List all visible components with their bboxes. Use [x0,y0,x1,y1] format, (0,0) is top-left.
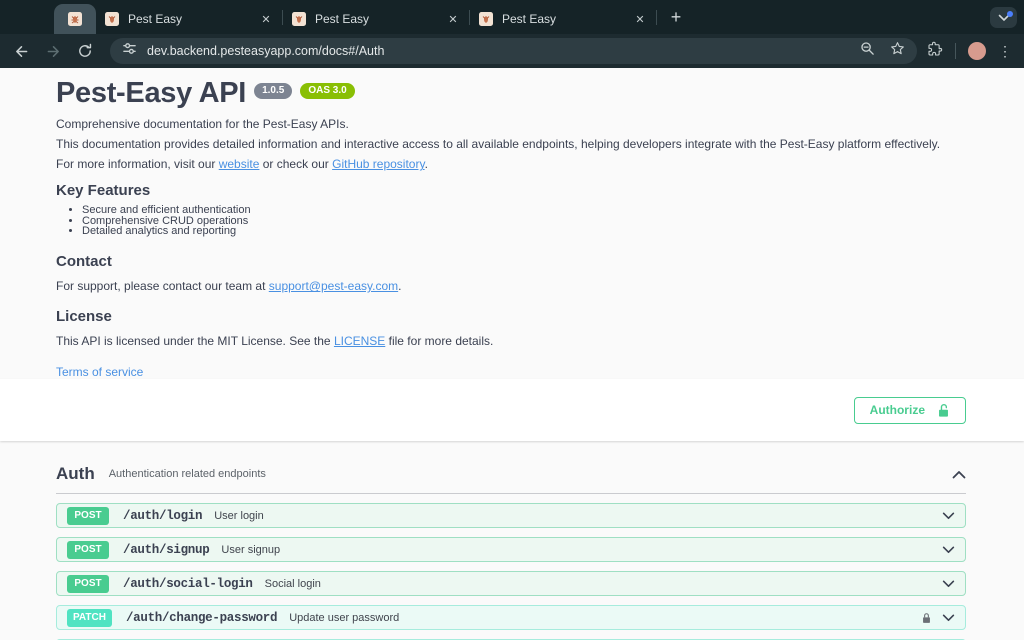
support-email-link[interactable]: support@pest-easy.com [269,279,398,293]
bookmark-star-icon[interactable] [890,41,905,61]
more-info-prefix: For more information, visit our [56,157,219,171]
browser-menu-icon[interactable]: ⋮ [998,44,1012,58]
authorize-label: Authorize [870,403,925,417]
auth-tag-header[interactable]: Auth Authentication related endpoints [56,464,966,494]
license-suffix: file for more details. [385,334,493,348]
tab-separator [656,10,657,25]
auth-tag-description: Authentication related endpoints [109,468,266,480]
more-info-middle: or check our [259,157,332,171]
authorize-button[interactable]: Authorize [854,397,966,424]
expand-chevron-down-icon[interactable] [942,512,955,520]
tab-strip: Pest Easy ✕ Pest Easy ✕ Pest Easy ✕ + [0,0,1024,34]
more-info-line: For more information, visit our website … [56,158,966,171]
unlock-icon [937,403,950,418]
collapse-chevron-up-icon[interactable] [952,470,966,479]
endpoint-auth-login[interactable]: POST /auth/login User login [56,503,966,528]
api-info-section: Pest-Easy API 1.0.5 OAS 3.0 Comprehensiv… [0,68,1024,379]
contact-suffix: . [398,279,401,293]
license-prefix: This API is licensed under the MIT Licen… [56,334,334,348]
license-line: This API is licensed under the MIT Licen… [56,335,966,348]
endpoint-summary: User login [214,510,264,522]
notification-dot [1007,11,1013,17]
tab-title: Pest Easy [502,12,632,26]
endpoint-auth-social-login[interactable]: POST /auth/social-login Social login [56,571,966,596]
expand-chevron-down-icon[interactable] [942,614,955,622]
lock-icon[interactable] [921,611,932,625]
api-description-line: Comprehensive documentation for the Pest… [56,118,966,131]
scheme-container: Authorize [0,379,1024,441]
website-link[interactable]: website [219,157,260,171]
contact-prefix: For support, please contact our team at [56,279,269,293]
endpoint-summary: Social login [265,578,321,590]
page-title: Pest-Easy API [56,78,246,108]
swagger-page: Pest-Easy API 1.0.5 OAS 3.0 Comprehensiv… [0,68,1024,640]
auth-tag-title: Auth [56,464,95,484]
endpoint-auth-change-password[interactable]: PATCH /auth/change-password Update user … [56,605,966,630]
back-icon[interactable] [12,42,30,60]
terms-of-service-link[interactable]: Terms of service [56,365,143,379]
endpoint-auth-signup[interactable]: POST /auth/signup User signup [56,537,966,562]
pest-easy-favicon-icon [104,11,120,27]
auth-section: Auth Authentication related endpoints PO… [0,441,1024,640]
tab-close-icon[interactable]: ✕ [632,11,648,27]
endpoint-summary: User signup [221,544,280,556]
endpoint-path: /auth/change-password [126,611,277,625]
site-settings-icon[interactable] [122,41,137,61]
reload-icon[interactable] [76,42,94,60]
more-info-suffix: . [425,157,428,171]
pest-easy-favicon-icon [67,11,83,27]
github-repository-link[interactable]: GitHub repository [332,157,424,171]
tab-pest-easy-3[interactable]: Pest Easy ✕ [470,4,656,34]
toolbar-right-cluster: ⋮ [927,41,1012,62]
endpoint-path: /auth/login [123,509,202,523]
version-badge: 1.0.5 [254,83,292,99]
expand-chevron-down-icon[interactable] [942,546,955,554]
pest-easy-favicon-icon [291,11,307,27]
url-text[interactable]: dev.backend.pesteasyapp.com/docs#/Auth [147,44,384,58]
tab-title: Pest Easy [315,12,445,26]
profile-avatar[interactable] [968,42,986,60]
extensions-icon[interactable] [927,41,943,62]
endpoint-summary: Update user password [289,612,399,624]
method-badge: POST [67,575,109,593]
tab-close-icon[interactable]: ✕ [258,11,274,27]
tab-search-button[interactable] [990,7,1017,28]
zoom-out-icon[interactable] [860,41,875,61]
tab-pinned-active[interactable] [54,4,96,34]
key-features-list: Secure and efficient authentication Comp… [56,205,966,236]
license-file-link[interactable]: LICENSE [334,334,385,348]
oas-badge: OAS 3.0 [300,83,354,99]
browser-toolbar: dev.backend.pesteasyapp.com/docs#/Auth ⋮ [0,34,1024,68]
tab-close-icon[interactable]: ✕ [445,11,461,27]
forward-icon[interactable] [44,42,62,60]
pest-easy-favicon-icon [478,11,494,27]
method-badge: POST [67,507,109,525]
key-features-heading: Key Features [56,182,966,199]
license-heading: License [56,308,966,325]
contact-line: For support, please contact our team at … [56,280,966,293]
endpoint-path: /auth/social-login [123,577,253,591]
api-description-line: This documentation provides detailed inf… [56,138,966,151]
address-bar[interactable]: dev.backend.pesteasyapp.com/docs#/Auth [110,38,917,64]
expand-chevron-down-icon[interactable] [942,580,955,588]
contact-heading: Contact [56,253,966,270]
tab-pest-easy-2[interactable]: Pest Easy ✕ [283,4,469,34]
tab-pest-easy-1[interactable]: Pest Easy ✕ [96,4,282,34]
method-badge: POST [67,541,109,559]
method-badge: PATCH [67,609,112,627]
feature-item: Detailed analytics and reporting [82,226,966,236]
endpoint-path: /auth/signup [123,543,209,557]
tab-title: Pest Easy [128,12,258,26]
new-tab-button[interactable]: + [663,4,689,30]
toolbar-separator [955,43,956,59]
